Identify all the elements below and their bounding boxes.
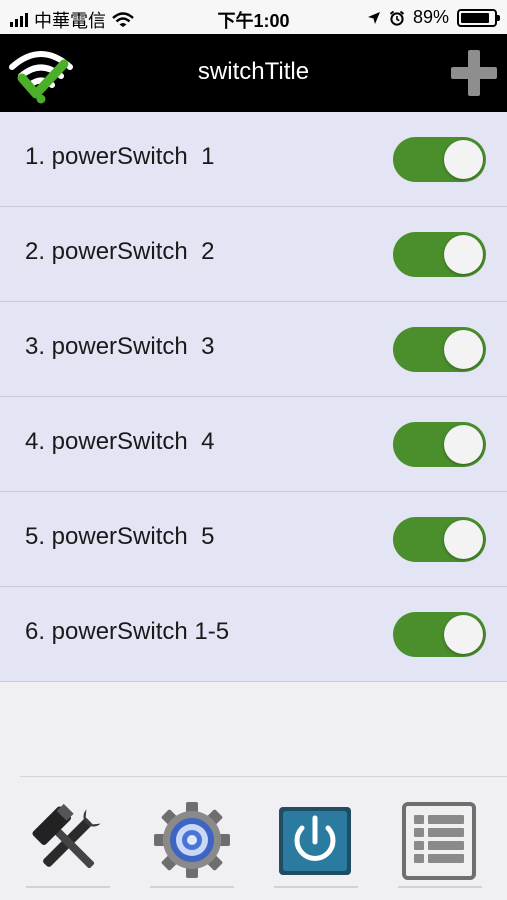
toggle-knob — [444, 235, 483, 274]
switch-row: 3. powerSwitch 3 — [0, 302, 507, 397]
gear-icon — [154, 802, 230, 878]
tab-settings[interactable] — [146, 800, 238, 892]
toggle-knob — [444, 330, 483, 369]
page-title: switchTitle — [197, 58, 310, 85]
status-right: 89% — [367, 7, 500, 28]
switch-row: 5. powerSwitch 5 — [0, 492, 507, 587]
tab-underline — [26, 886, 110, 888]
battery-percent: 89% — [412, 7, 449, 27]
tab-underline — [150, 886, 234, 888]
switch-label: 3. powerSwitch 3 — [25, 333, 215, 360]
switch-label: 6. powerSwitch 1-5 — [25, 618, 230, 645]
tab-tools[interactable] — [22, 800, 114, 892]
tab-underline — [398, 886, 482, 888]
plus-icon[interactable] — [447, 46, 501, 100]
status-bar: 中華電信 下午1:00 89% — [0, 0, 507, 34]
power-switch-toggle[interactable] — [393, 232, 486, 277]
location-icon — [367, 11, 380, 24]
toggle-knob — [444, 520, 483, 559]
switch-row: 6. powerSwitch 1-5 — [0, 587, 507, 682]
switch-label: 4. powerSwitch 4 — [25, 428, 215, 455]
tab-power[interactable] — [270, 800, 362, 892]
power-switch-toggle[interactable] — [393, 327, 486, 372]
switch-label: 2. powerSwitch 2 — [25, 238, 215, 265]
battery-icon — [457, 8, 500, 27]
switch-list: 1. powerSwitch 1 2. powerSwitch 2 3. pow… — [0, 112, 507, 682]
tab-underline — [274, 886, 358, 888]
battery-fill — [461, 12, 490, 23]
switch-label: 1. powerSwitch 1 — [25, 143, 215, 170]
power-switch-toggle[interactable] — [393, 612, 486, 657]
toggle-knob — [444, 140, 483, 179]
switch-row: 2. powerSwitch 2 — [0, 207, 507, 302]
switch-label: 5. powerSwitch 5 — [25, 523, 215, 550]
list-icon — [402, 802, 476, 880]
power-switch-toggle[interactable] — [393, 517, 486, 562]
power-icon — [279, 807, 351, 875]
tools-icon — [32, 803, 101, 869]
app-header: switchTitle — [0, 34, 507, 112]
power-switch-toggle[interactable] — [393, 422, 486, 467]
power-switch-toggle[interactable] — [393, 137, 486, 182]
switch-row: 1. powerSwitch 1 — [0, 112, 507, 207]
toggle-knob — [444, 615, 483, 654]
switch-row: 4. powerSwitch 4 — [0, 397, 507, 492]
tab-list[interactable] — [394, 800, 486, 892]
alarm-icon — [389, 10, 405, 26]
tab-bar — [0, 790, 507, 900]
tab-divider — [20, 776, 507, 777]
toggle-knob — [444, 425, 483, 464]
